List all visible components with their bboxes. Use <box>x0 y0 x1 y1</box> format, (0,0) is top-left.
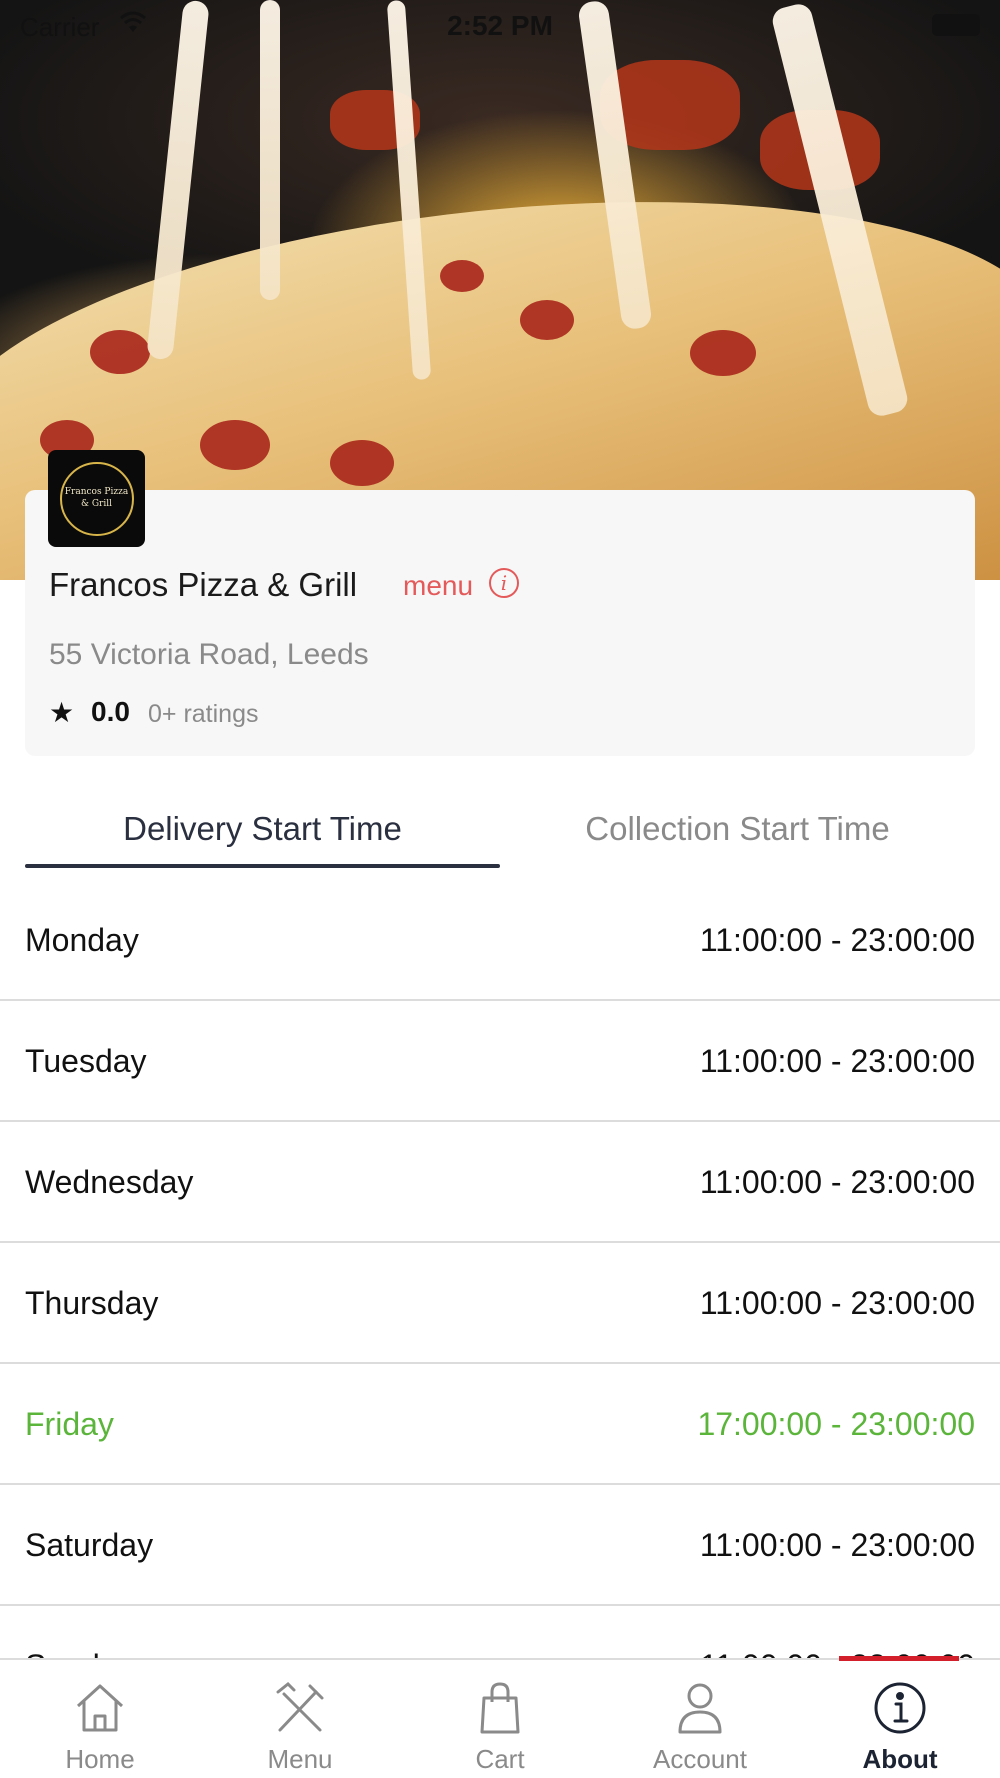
pepperoni <box>200 420 270 470</box>
day-label: Wednesday <box>25 1164 194 1200</box>
schedule-tabs: Delivery Start Time Collection Start Tim… <box>25 800 975 872</box>
hours-label: 11:00:00 - 23:00:00 <box>699 922 975 958</box>
info-icon <box>874 1682 926 1734</box>
pepperoni <box>520 300 574 340</box>
day-label: Thursday <box>25 1285 159 1321</box>
nav-label: About <box>862 1744 938 1774</box>
restaurant-logo: Francos Pizza & Grill <box>48 450 145 547</box>
ratings-count: 0+ ratings <box>148 700 259 728</box>
day-label: Tuesday <box>25 1043 147 1079</box>
home-icon <box>76 1684 124 1732</box>
hours-label: 17:00:00 - 23:00:00 <box>697 1406 975 1442</box>
nav-menu[interactable]: Menu <box>200 1660 400 1778</box>
logo-text: Francos Pizza & Grill <box>64 486 129 509</box>
active-tab-underline <box>25 864 500 868</box>
pepperoni <box>690 330 756 376</box>
fork-knife-icon <box>276 1681 324 1732</box>
menu-link[interactable]: menu <box>403 570 473 602</box>
day-label: Saturday <box>25 1527 154 1563</box>
restaurant-name: Francos Pizza & Grill <box>49 566 358 603</box>
status-time: 2:52 PM <box>447 10 553 41</box>
tab-delivery-start-time[interactable]: Delivery Start Time <box>25 810 500 848</box>
schedule-row-today: Friday 17:00:00 - 23:00:00 <box>0 1364 1000 1485</box>
info-icon[interactable]: i <box>489 568 519 598</box>
schedule-row: Thursday 11:00:00 - 23:00:00 <box>0 1243 1000 1364</box>
nav-cart[interactable]: Cart <box>400 1660 600 1778</box>
nav-label: Account <box>653 1744 747 1774</box>
hours-label: 11:00:00 - 23:00:00 <box>699 1164 975 1200</box>
nav-about[interactable]: About <box>800 1660 1000 1778</box>
nav-account[interactable]: Account <box>600 1660 800 1778</box>
tab-collection-start-time[interactable]: Collection Start Time <box>500 810 975 848</box>
day-label: Friday <box>25 1406 114 1442</box>
logo-ring: Francos Pizza & Grill <box>59 461 134 536</box>
schedule-row: Monday 11:00:00 - 23:00:00 <box>0 880 1000 1001</box>
rating-value: 0.0 <box>91 696 130 727</box>
hours-label: 11:00:00 - 23:00:00 <box>699 1043 975 1079</box>
nav-home[interactable]: Home <box>0 1660 200 1778</box>
star-icon: ★ <box>49 697 75 728</box>
hours-label: 11:00:00 - 23:00:00 <box>699 1527 975 1563</box>
nav-label: Home <box>65 1744 135 1774</box>
schedule-row: Wednesday 11:00:00 - 23:00:00 <box>0 1122 1000 1243</box>
schedule-row: Tuesday 11:00:00 - 23:00:00 <box>0 1001 1000 1122</box>
pepperoni <box>440 260 484 292</box>
hours-label: 11:00:00 - 23:00:00 <box>699 1285 975 1321</box>
restaurant-info-card: Francos Pizza & Grill menu i 55 Victoria… <box>25 490 975 756</box>
pepperoni <box>330 440 394 486</box>
schedule-row: Saturday 11:00:00 - 23:00:00 <box>0 1485 1000 1606</box>
bag-icon <box>480 1682 520 1734</box>
person-icon <box>678 1683 722 1734</box>
nav-label: Menu <box>267 1744 333 1774</box>
opening-hours-list: Monday 11:00:00 - 23:00:00 Tuesday 11:00… <box>0 880 1000 1686</box>
nav-label: Cart <box>475 1744 525 1774</box>
day-label: Monday <box>25 922 139 958</box>
bottom-nav: Home Menu Cart Account About <box>0 1658 1000 1778</box>
status-bar: Carrier 2:52 PM <box>0 0 1000 50</box>
active-nav-indicator <box>839 1656 959 1661</box>
pepperoni <box>90 330 150 374</box>
battery-icon <box>932 14 980 36</box>
restaurant-address: 55 Victoria Road, Leeds <box>49 638 369 671</box>
